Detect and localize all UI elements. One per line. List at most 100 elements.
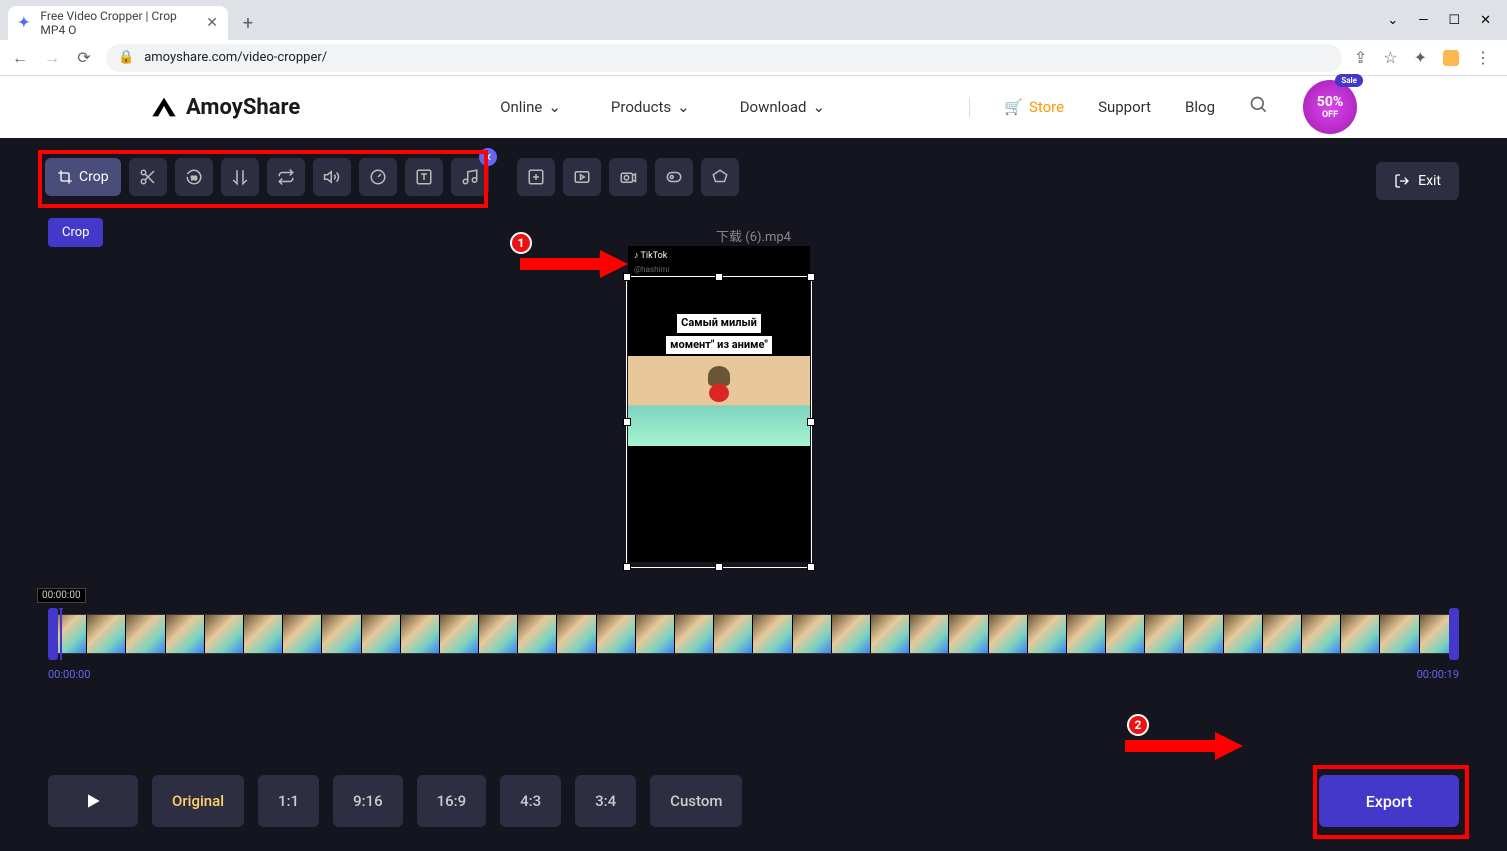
scissors-icon [139,168,157,186]
close-bubble-icon[interactable]: ✕ [479,148,497,166]
search-icon[interactable] [1249,95,1269,119]
exit-button[interactable]: Exit [1376,162,1459,200]
add-media-button[interactable] [517,158,555,196]
browser-navbar: ← → ⟳ 🔒 amoyshare.com/video-cropper/ ⇪ ☆… [0,40,1507,76]
nav-online[interactable]: Online⌄ [500,98,561,116]
nav-products[interactable]: Products⌄ [611,98,690,116]
crop-icon [57,169,73,185]
chevron-down-icon[interactable]: ⌄ [1387,13,1398,28]
add-image-icon [527,168,545,186]
chevron-down-icon: ⌄ [812,98,825,116]
text-tool-button[interactable] [405,158,443,196]
speed-icon [369,168,387,186]
annotation-arrow-1 [520,248,630,288]
share-icon[interactable]: ⇪ [1354,48,1367,67]
browser-right-icons: ⇪ ☆ ✦ ⋮ [1354,48,1497,67]
crop-handle-r[interactable] [807,418,815,426]
annotation-arrow-2 [1125,730,1245,770]
crop-handle-t[interactable] [715,273,723,281]
flip-icon [231,168,249,186]
timeline-start-time: 00:00:00 [48,668,90,681]
svg-text:90: 90 [191,176,197,182]
browser-tab[interactable]: ✦ Free Video Cropper | Crop MP4 O ✕ [8,6,228,40]
crop-handle-bl[interactable] [623,563,631,571]
music-icon [461,168,479,186]
chevron-down-icon: ⌄ [677,98,690,116]
ratio-16-9[interactable]: 16:9 [417,775,487,827]
address-bar[interactable]: 🔒 amoyshare.com/video-cropper/ [106,44,1342,72]
volume-icon [323,168,341,186]
bottom-bar: Original 1:1 9:16 16:9 4:3 3:4 Custom Ex… [48,775,1459,827]
rotate-tool-button[interactable]: 90 [175,158,213,196]
crop-handle-l[interactable] [623,418,631,426]
crop-handle-br[interactable] [807,563,815,571]
crop-tool-button[interactable]: Crop ✕ [45,158,121,196]
crop-tooltip: Crop [48,218,103,247]
subtitle-button[interactable] [563,158,601,196]
camera-icon [619,168,637,186]
gif-button[interactable] [655,158,693,196]
crop-handle-tr[interactable] [807,273,815,281]
timeline-end-time: 00:00:19 [1417,668,1459,681]
ratio-original[interactable]: Original [152,775,244,827]
play-button[interactable] [48,775,138,827]
crop-handle-b[interactable] [715,563,723,571]
minimize-icon[interactable]: — [1418,13,1428,28]
support-link[interactable]: Support [1098,98,1151,116]
ratio-1-1[interactable]: 1:1 [258,775,319,827]
reload-icon[interactable]: ⟳ [74,48,94,67]
store-link[interactable]: 🛒Store [1004,98,1064,116]
flip-tool-button[interactable] [221,158,259,196]
timeline-track[interactable] [48,614,1459,654]
ratio-custom[interactable]: Custom [650,775,742,827]
export-button[interactable]: Export [1319,775,1459,827]
menu-icon[interactable]: ⋮ [1475,48,1491,67]
play-icon [83,791,103,811]
lock-icon: 🔒 [118,50,134,65]
logo[interactable]: AmoyShare [150,93,300,121]
volume-tool-button[interactable] [313,158,351,196]
new-tab-button[interactable]: + [234,9,262,37]
logo-icon [150,93,178,121]
ratio-9-16[interactable]: 9:16 [333,775,403,827]
right-nav: 🛒Store Support Blog Sale 50% OFF [969,80,1357,134]
gif-icon [665,168,683,186]
cart-icon: 🛒 [1004,98,1023,116]
blog-link[interactable]: Blog [1185,98,1215,116]
url-text: amoyshare.com/video-cropper/ [144,50,327,65]
watermark-button[interactable] [701,158,739,196]
subtitle-icon [573,168,591,186]
back-icon[interactable]: ← [10,48,30,68]
sale-badge[interactable]: Sale 50% OFF [1303,80,1357,134]
cut-tool-button[interactable] [129,158,167,196]
extensions-icon[interactable]: ✦ [1414,48,1427,67]
speed-tool-button[interactable] [359,158,397,196]
ratio-4-3[interactable]: 4:3 [500,775,561,827]
filename-label: 下载 (6).mp4 [716,226,791,245]
chevron-down-icon: ⌄ [548,98,561,116]
close-window-icon[interactable]: ✕ [1480,13,1491,28]
timeline-cursor-label: 00:00:00 [37,588,86,603]
tab-title: Free Video Cropper | Crop MP4 O [40,9,198,37]
toolbar: Crop ✕ 90 [45,158,739,196]
record-button[interactable] [609,158,647,196]
brand-text: AmoyShare [186,95,300,120]
timeline-playhead[interactable] [60,608,62,660]
timeline-start-handle[interactable] [48,608,58,660]
close-tab-icon[interactable]: ✕ [206,15,218,31]
ratio-3-4[interactable]: 3:4 [575,775,636,827]
star-icon[interactable]: ☆ [1383,48,1397,67]
site-header: AmoyShare Online⌄ Products⌄ Download⌄ 🛒S… [0,76,1507,138]
text-icon [415,168,433,186]
extension-badge-icon[interactable] [1443,50,1459,66]
timeline-end-handle[interactable] [1449,608,1459,660]
forward-icon[interactable]: → [42,48,62,68]
loop-icon [277,168,295,186]
loop-tool-button[interactable] [267,158,305,196]
tag-icon [711,168,729,186]
main-nav: Online⌄ Products⌄ Download⌄ [500,98,825,116]
crop-frame[interactable] [626,276,812,568]
maximize-icon[interactable]: ☐ [1448,13,1460,28]
nav-download[interactable]: Download⌄ [740,98,825,116]
timeline[interactable] [48,608,1459,660]
